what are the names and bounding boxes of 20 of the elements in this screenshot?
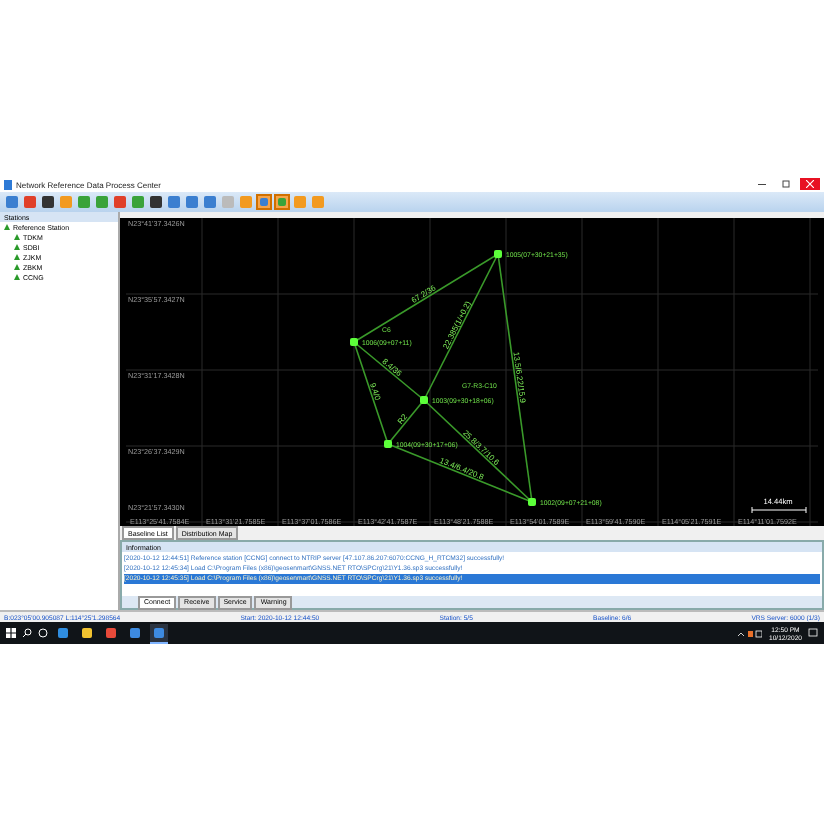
taskbar-app[interactable] bbox=[102, 623, 120, 643]
task-view-icon[interactable] bbox=[38, 628, 48, 638]
scale-bar bbox=[751, 506, 807, 514]
station-marker[interactable] bbox=[384, 440, 392, 448]
taskbar-app[interactable] bbox=[150, 623, 168, 643]
taskbar-app[interactable] bbox=[126, 623, 144, 643]
station-marker[interactable] bbox=[350, 338, 358, 346]
search-icon[interactable] bbox=[22, 628, 32, 638]
taskbar-app[interactable] bbox=[78, 623, 96, 643]
notification-icon[interactable] bbox=[808, 628, 818, 638]
toolbar-button[interactable] bbox=[40, 194, 56, 210]
taskbar-app[interactable] bbox=[54, 623, 72, 643]
close-button[interactable] bbox=[800, 178, 820, 190]
station-marker[interactable] bbox=[528, 498, 536, 506]
app-icon bbox=[4, 179, 12, 189]
station-marker[interactable] bbox=[494, 250, 502, 258]
minimize-icon bbox=[758, 183, 766, 185]
toolbar-button[interactable] bbox=[148, 194, 164, 210]
station-marker[interactable] bbox=[420, 396, 428, 404]
windows-icon[interactable] bbox=[6, 628, 16, 638]
